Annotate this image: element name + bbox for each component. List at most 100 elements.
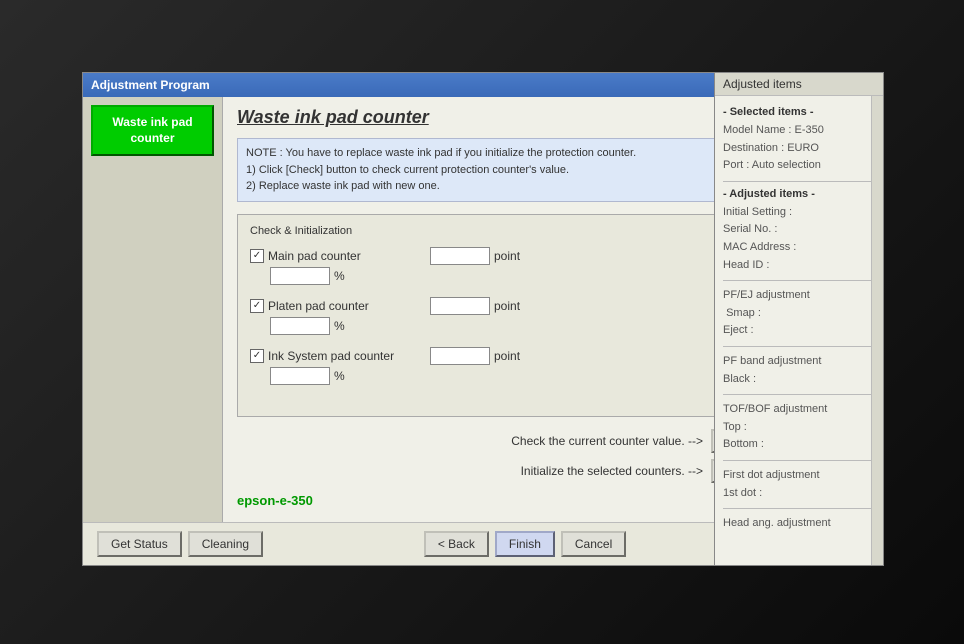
initialize-action-row: Initialize the selected counters. --> In… — [237, 459, 781, 483]
platen-pad-counter-label[interactable]: ✓ Platen pad counter — [250, 299, 430, 313]
port-value: Auto selection — [752, 159, 821, 171]
right-panel-body: - Selected items - Model Name : E-350 De… — [715, 96, 883, 565]
selected-items-header: - Selected items - — [723, 106, 875, 118]
note-line-2: 1) Click [Check] button to check current… — [246, 162, 772, 179]
right-panel-scrollbar[interactable] — [871, 96, 883, 565]
mac-address-label: MAC Address : — [723, 241, 796, 253]
smap-label: Smap : — [726, 307, 761, 319]
platen-pad-counter-text: Platen pad counter — [268, 299, 369, 313]
serial-no-item: Serial No. : — [723, 221, 875, 239]
check-action-row: Check the current counter value. --> Che… — [237, 429, 781, 453]
black-item: Black : — [723, 371, 875, 389]
bottom-label: Bottom : — [723, 438, 764, 450]
main-pad-point-unit: point — [494, 249, 520, 263]
destination-item: Destination : EURO — [723, 140, 875, 158]
bottom-btn-spacer: < Back Finish Cancel — [269, 531, 781, 557]
main-pad-counter-row: ✓ Main pad counter point % — [250, 247, 768, 285]
serial-no-label: Serial No. : — [723, 223, 777, 235]
top-label: Top : — [723, 421, 747, 433]
main-pad-counter-text: Main pad counter — [268, 249, 361, 263]
initial-setting-item: Initial Setting : — [723, 204, 875, 222]
platen-pad-point-unit: point — [494, 299, 520, 313]
note-box: NOTE : You have to replace waste ink pad… — [237, 138, 781, 202]
head-id-item: Head ID : — [723, 257, 875, 275]
main-pad-checkbox[interactable]: ✓ — [250, 249, 264, 263]
cancel-button[interactable]: Cancel — [561, 531, 626, 557]
ink-system-pad-point-input[interactable] — [430, 347, 490, 365]
first-dot-label: First dot adjustment — [723, 469, 820, 481]
platen-pad-point-input[interactable] — [430, 297, 490, 315]
title-bar: Adjustment Program ✕ — [83, 73, 795, 97]
pf-ej-item: PF/EJ adjustment — [723, 287, 875, 305]
ink-system-pad-counter-row: ✓ Ink System pad counter point % — [250, 347, 768, 385]
head-id-label: Head ID : — [723, 259, 769, 271]
head-ang-label: Head ang. adjustment — [723, 517, 831, 529]
pf-ej-label: PF/EJ adjustment — [723, 289, 810, 301]
ink-system-pad-percent-unit: % — [334, 369, 345, 383]
smap-item: Smap : — [723, 305, 875, 323]
ink-system-pad-percent-input[interactable] — [270, 367, 330, 385]
head-ang-item: Head ang. adjustment — [723, 515, 875, 533]
main-pad-percent-input[interactable] — [270, 267, 330, 285]
bottom-bar: Get Status Cleaning < Back Finish Cancel — [83, 522, 795, 565]
main-content: Waste ink pad counter NOTE : You have to… — [223, 97, 795, 522]
ink-system-pad-counter-label[interactable]: ✓ Ink System pad counter — [250, 349, 430, 363]
finish-button[interactable]: Finish — [495, 531, 555, 557]
page-title: Waste ink pad counter — [237, 107, 781, 128]
note-line-1: NOTE : You have to replace waste ink pad… — [246, 145, 772, 162]
right-panel: Adjusted items - Selected items - Model … — [714, 72, 884, 566]
get-status-button[interactable]: Get Status — [97, 531, 182, 557]
check-init-group: Check & Initialization ✓ Main pad counte… — [237, 214, 781, 418]
eject-label: Eject : — [723, 324, 754, 336]
rp-divider-6 — [723, 508, 875, 509]
eject-item: Eject : — [723, 322, 875, 340]
platen-pad-counter-row: ✓ Platen pad counter point % — [250, 297, 768, 335]
bottom-item: Bottom : — [723, 436, 875, 454]
port-label: Port : — [723, 159, 752, 171]
model-name-value: E-350 — [795, 124, 824, 136]
initialize-action-label: Initialize the selected counters. --> — [237, 464, 703, 478]
port-item: Port : Auto selection — [723, 157, 875, 175]
note-line-3: 2) Replace waste ink pad with new one. — [246, 178, 772, 195]
first-dot-item: First dot adjustment — [723, 467, 875, 485]
pf-band-item: PF band adjustment — [723, 353, 875, 371]
main-pad-percent-unit: % — [334, 269, 345, 283]
initial-setting-label: Initial Setting : — [723, 206, 792, 218]
rp-divider-5 — [723, 460, 875, 461]
group-title: Check & Initialization — [250, 225, 768, 237]
window-body: Waste ink pad counter Waste ink pad coun… — [83, 97, 795, 522]
mac-address-item: MAC Address : — [723, 239, 875, 257]
first-dot-value-item: 1st dot : — [723, 485, 875, 503]
ink-system-pad-point-unit: point — [494, 349, 520, 363]
check-action-label: Check the current counter value. --> — [237, 434, 703, 448]
cleaning-button[interactable]: Cleaning — [188, 531, 263, 557]
black-label: Black : — [723, 373, 756, 385]
adjusted-items-header: - Adjusted items - — [723, 188, 875, 200]
waste-ink-pad-counter-button[interactable]: Waste ink pad counter — [91, 105, 214, 156]
main-pad-point-input[interactable] — [430, 247, 490, 265]
tof-bof-item: TOF/BOF adjustment — [723, 401, 875, 419]
destination-label: Destination : — [723, 142, 787, 154]
top-item: Top : — [723, 419, 875, 437]
left-sidebar: Waste ink pad counter — [83, 97, 223, 522]
model-name-item: Model Name : E-350 — [723, 122, 875, 140]
rp-divider-4 — [723, 394, 875, 395]
epson-label: epson-e-350 — [237, 493, 781, 508]
model-name-label: Model Name : — [723, 124, 795, 136]
destination-value: EURO — [787, 142, 819, 154]
tof-bof-label: TOF/BOF adjustment — [723, 403, 827, 415]
back-button[interactable]: < Back — [424, 531, 489, 557]
platen-pad-percent-input[interactable] — [270, 317, 330, 335]
ink-system-pad-checkbox[interactable]: ✓ — [250, 349, 264, 363]
right-panel-title: Adjusted items — [715, 73, 883, 96]
first-dot-value-label: 1st dot : — [723, 487, 762, 499]
window-title: Adjustment Program — [91, 78, 210, 92]
main-window: Adjustment Program ✕ Waste ink pad count… — [82, 72, 796, 566]
rp-divider-3 — [723, 346, 875, 347]
pf-band-label: PF band adjustment — [723, 355, 821, 367]
platen-pad-percent-unit: % — [334, 319, 345, 333]
ink-system-pad-counter-text: Ink System pad counter — [268, 349, 394, 363]
platen-pad-checkbox[interactable]: ✓ — [250, 299, 264, 313]
main-pad-counter-label[interactable]: ✓ Main pad counter — [250, 249, 430, 263]
rp-divider-1 — [723, 181, 875, 182]
